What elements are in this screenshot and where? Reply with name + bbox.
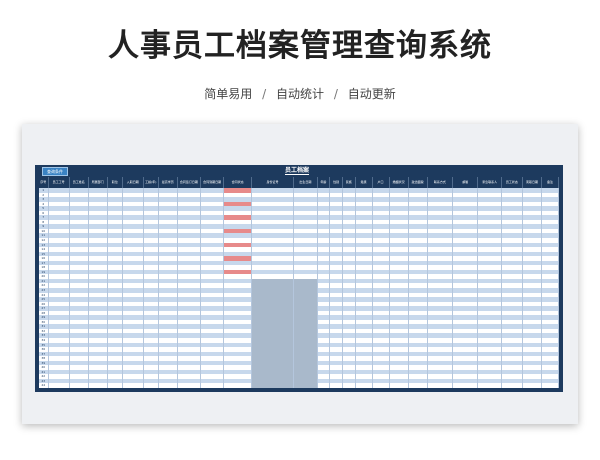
column-header: 备注	[542, 177, 559, 188]
table-cell[interactable]	[224, 383, 252, 388]
column-header: 紧急联系人	[479, 177, 502, 188]
table-cell[interactable]	[330, 383, 343, 388]
column-header: 出生日期	[294, 177, 318, 188]
table-cell[interactable]	[479, 383, 502, 388]
column-header: 入职日期	[123, 177, 144, 188]
table-cell[interactable]	[318, 383, 331, 388]
table-cell[interactable]	[409, 383, 428, 388]
subtitle-separator-1: /	[262, 87, 267, 101]
table-cell[interactable]	[159, 383, 178, 388]
table-cell[interactable]	[294, 383, 318, 388]
column-header: 合同签订日期	[178, 177, 202, 188]
column-header: 合同状态	[224, 177, 252, 188]
column-header: 序号	[39, 177, 49, 188]
column-header: 员工姓名	[70, 177, 89, 188]
sheet-title: 员工档案	[285, 167, 310, 175]
column-header: 户口	[373, 177, 390, 188]
subtitle-feature-3: 自动更新	[347, 87, 396, 101]
table-cell[interactable]	[49, 383, 70, 388]
column-header: 籍贯	[356, 177, 373, 188]
table-cell[interactable]	[178, 383, 202, 388]
column-header: 民族	[343, 177, 356, 188]
column-header: 所属部门	[89, 177, 108, 188]
table-cell[interactable]	[373, 383, 390, 388]
column-header: 离职日期	[523, 177, 543, 188]
column-header: 工龄(年)	[144, 177, 159, 188]
table-cell[interactable]	[428, 383, 454, 388]
table-cell[interactable]	[542, 383, 559, 388]
table-header: 序号 员工工号 员工姓名 所属部门 职位 入职日期 工龄(年) 最高学历 合同签订日期 合同到期日…	[39, 177, 559, 188]
table-cell[interactable]	[356, 383, 373, 388]
table-cell[interactable]	[390, 383, 409, 388]
table-cell[interactable]	[123, 383, 144, 388]
column-header: 职位	[108, 177, 123, 188]
column-header: 婚姻状况	[390, 177, 409, 188]
table-cell[interactable]	[144, 383, 159, 388]
employee-sheet: 查询条件 员工档案 序号 员工工号 员工姓名 所属部门 职位 入职日期 工龄(年) 最高学历合…	[35, 165, 563, 392]
column-header: 年龄	[318, 177, 331, 188]
column-header: 员工工号	[49, 177, 70, 188]
table-row[interactable]: 44	[39, 383, 559, 388]
page-subtitle: 简单易用 / 自动统计 / 自动更新	[0, 85, 600, 102]
employee-table: 序号 员工工号 员工姓名 所属部门 职位 入职日期 工龄(年) 最高学历 合同签订日期 合同到期日…	[39, 177, 559, 388]
column-header: 性别	[330, 177, 343, 188]
table-cell[interactable]	[201, 383, 225, 388]
page-title: 人事员工档案管理查询系统	[108, 28, 492, 64]
table-cell[interactable]	[343, 383, 356, 388]
spreadsheet-canvas: 查询条件 员工档案 序号 员工工号 员工姓名 所属部门 职位 入职日期 工龄(年) 最高学历合…	[22, 124, 578, 424]
table-cell[interactable]	[70, 383, 89, 388]
row-index-cell[interactable]: 44	[39, 383, 49, 388]
column-header: 联系方式	[428, 177, 454, 188]
column-header: 最高学历	[159, 177, 178, 188]
column-header: 邮箱	[453, 177, 479, 188]
table-cell[interactable]	[251, 383, 295, 388]
subtitle-feature-2: 自动统计	[275, 87, 324, 101]
table-cell[interactable]	[89, 383, 108, 388]
column-header: 政治面貌	[409, 177, 428, 188]
table-cell[interactable]	[453, 383, 479, 388]
column-header: 合同到期日期	[201, 177, 225, 188]
column-header: 员工状态	[502, 177, 523, 188]
table-cell[interactable]	[502, 383, 523, 388]
table-cell[interactable]	[523, 383, 543, 388]
column-header: 身份证号	[252, 177, 295, 188]
subtitle-feature-1: 简单易用	[204, 87, 253, 101]
query-button[interactable]: 查询条件	[42, 167, 68, 176]
subtitle-separator-2: /	[333, 87, 338, 101]
table-cell[interactable]	[108, 383, 123, 388]
